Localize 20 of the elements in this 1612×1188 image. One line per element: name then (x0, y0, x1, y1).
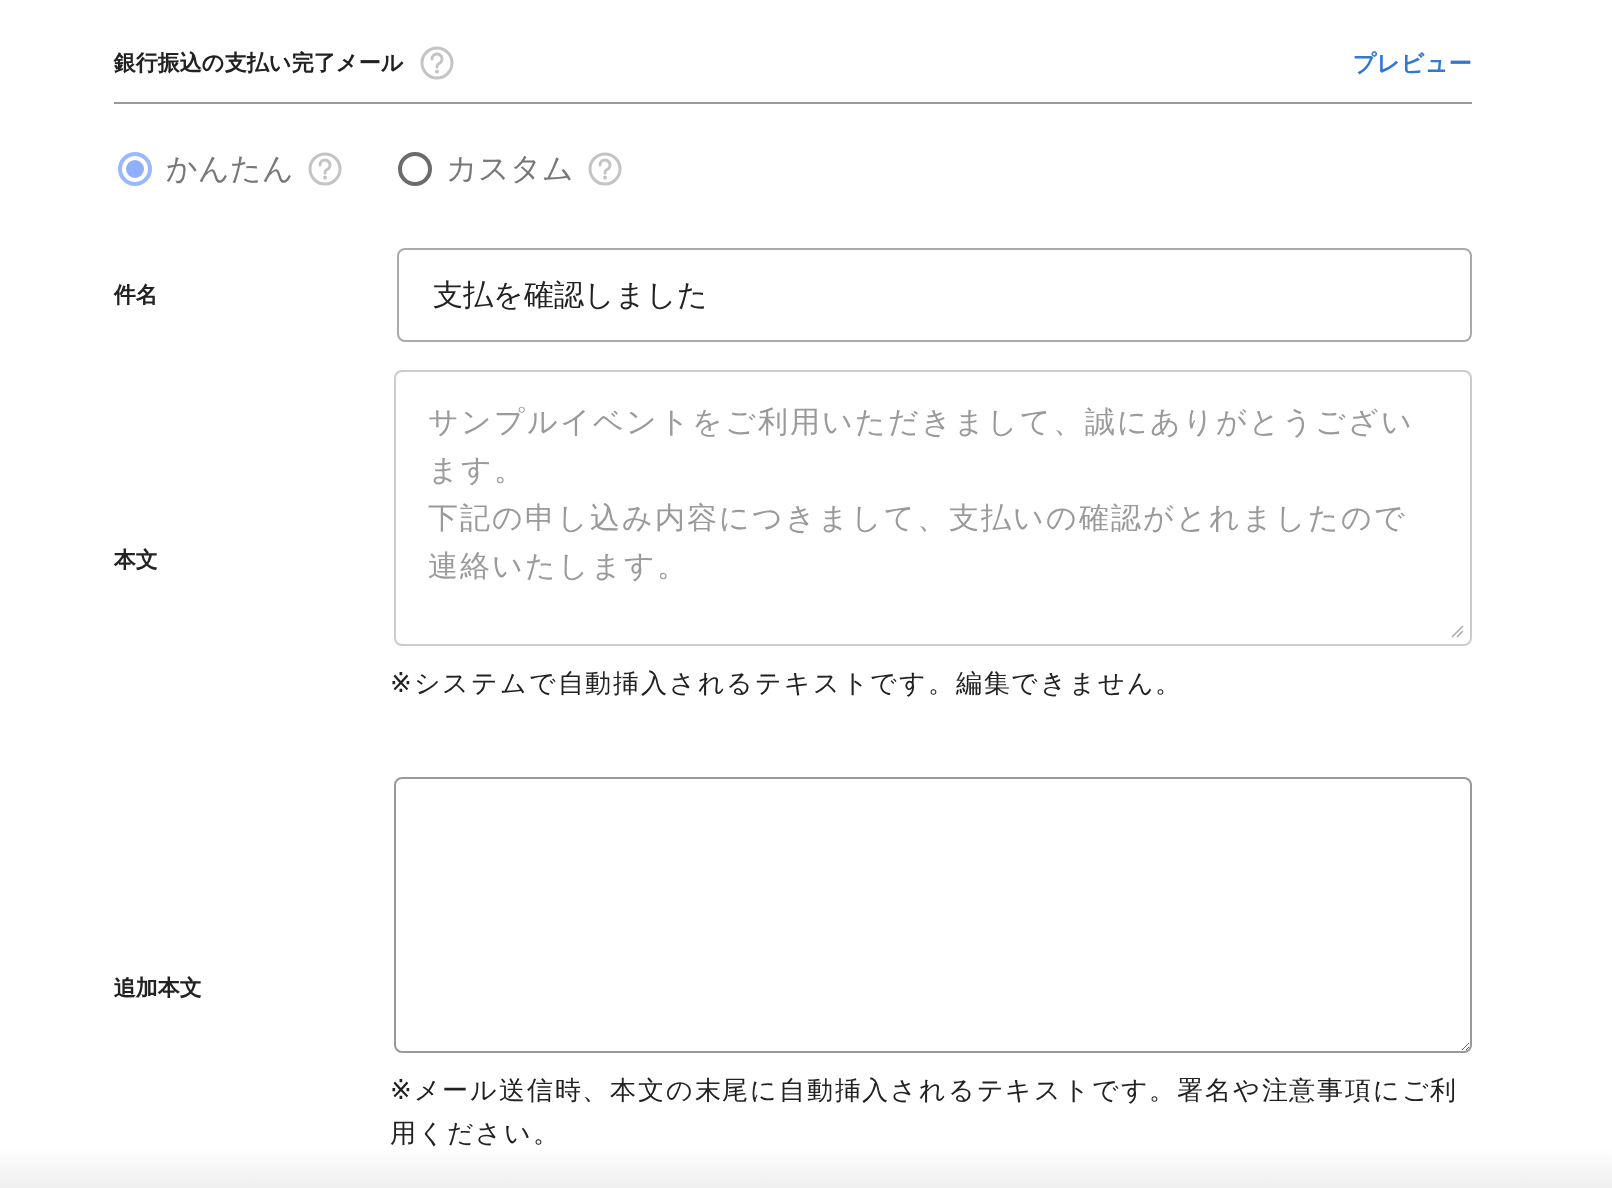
placeholder-text: 下記の申し込み内容につきまして、支払いの確認がとれましたので連絡いたします。 (428, 499, 1408, 585)
field-label: 本文 (114, 545, 159, 574)
field-label: 追加本文 (114, 974, 203, 1002)
help-icon[interactable] (420, 46, 454, 80)
resize-handle[interactable] (1450, 624, 1464, 638)
placeholder-text: サンプルイベントをご利用いただきまして、誠にありがとうございます。 (428, 403, 1415, 489)
help-icon[interactable] (308, 152, 342, 186)
text-area[interactable]: サンプルイベントをご利用いただきまして、誠にありがとうございます。 下記の申し込み内容につきまして、支払いの確認がとれましたので連絡いたします。 (394, 370, 1472, 646)
section-title: 銀行振込の支払い完了メール (114, 49, 404, 77)
field-label: 件名 (114, 281, 159, 309)
radio-label[interactable]: かんたん (166, 148, 294, 190)
radio-button[interactable] (118, 152, 152, 186)
help-text: ※メール送信時、本文の末尾に自動挿入されるテキストです。署名や注意事項にご利用ください。 (390, 1074, 1460, 1150)
preview-link[interactable]: プレビュー (1353, 47, 1472, 79)
help-text: ※システムで自動挿入されるテキストです。編集できません。 (390, 667, 1185, 700)
radio-button[interactable] (398, 152, 432, 186)
radio-label[interactable]: カスタム (446, 148, 574, 190)
help-icon[interactable] (588, 152, 622, 186)
text-area[interactable] (394, 777, 1472, 1053)
subject-field[interactable]: 支払を確認しました (397, 248, 1472, 342)
